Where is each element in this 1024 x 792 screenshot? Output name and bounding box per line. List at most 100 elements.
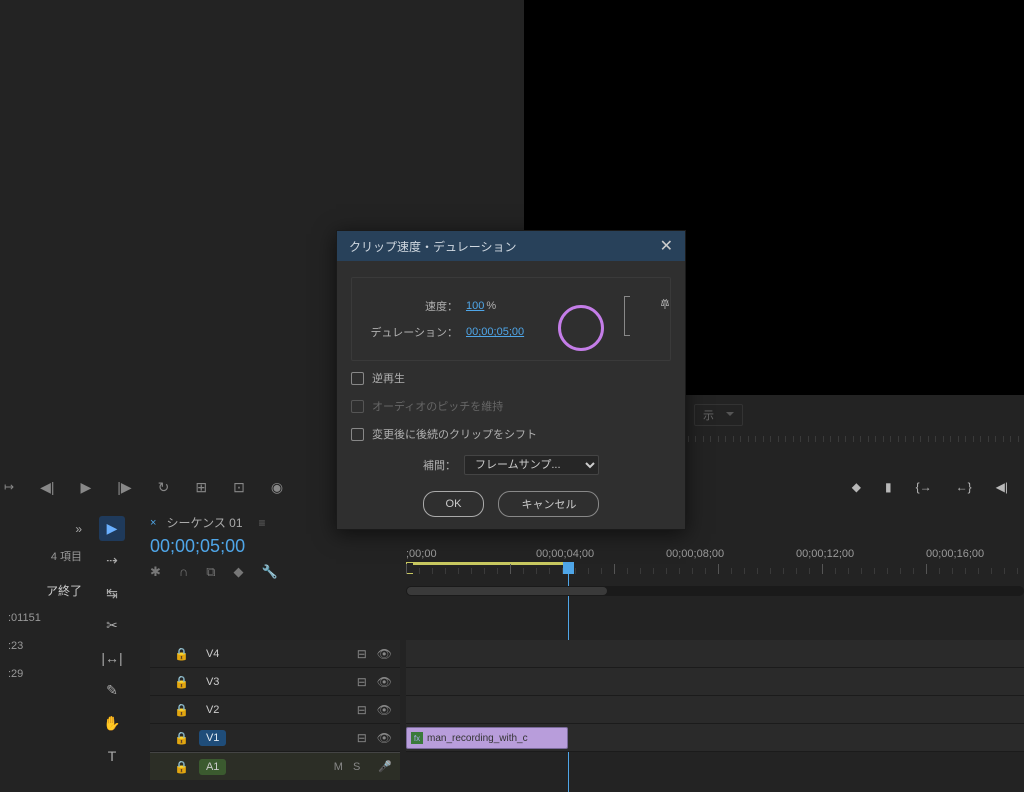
link-bracket <box>622 296 646 336</box>
in-point-icon[interactable]: ▮ <box>885 480 892 494</box>
track-label[interactable]: V1 <box>199 730 226 746</box>
voice-icon[interactable]: 🎤 <box>378 760 392 773</box>
panel-menu-icon[interactable]: ≡ <box>259 516 266 530</box>
playhead[interactable] <box>563 562 574 574</box>
media-end-label: ア終了 <box>46 582 82 599</box>
reverse-checkbox-row[interactable]: 逆再生 <box>351 367 671 389</box>
program-display-dropdown[interactable]: 示 <box>694 404 743 426</box>
lock-icon[interactable]: 🔒 <box>174 647 189 661</box>
lock-icon[interactable]: 🔒 <box>174 760 189 774</box>
camera-icon[interactable]: ◉ <box>271 479 283 496</box>
eye-icon[interactable]: 👁 <box>377 703 392 717</box>
wrench-icon[interactable]: 🔧 <box>262 564 278 580</box>
track-header-v4[interactable]: 🔒 V4 ⊟ 👁 <box>150 640 400 668</box>
pitch-label: オーディオのピッチを維持 <box>372 398 503 414</box>
step-back-icon[interactable]: ◀| <box>40 479 54 496</box>
snap-icon[interactable]: ✱ <box>150 564 161 580</box>
timeline-options: ✱ ∩ ⧉ ◆ 🔧 <box>150 564 278 580</box>
tab-close-icon[interactable]: × <box>150 517 156 529</box>
bracket-in-icon[interactable]: {→ <box>916 480 932 494</box>
track-label[interactable]: V4 <box>199 646 226 662</box>
track-select-tool[interactable]: ⇢ <box>99 549 125 574</box>
project-panel-collapsed: » 4 項目 ア終了 :01151 :23 :29 <box>0 512 90 768</box>
col-val-2: :23 <box>8 640 23 652</box>
mute-icon[interactable]: M <box>334 761 343 773</box>
track-label[interactable]: A1 <box>199 759 226 775</box>
selection-tool[interactable]: ▶ <box>99 516 125 541</box>
col-val-3: :29 <box>8 668 23 680</box>
clip[interactable]: fx man_recording_with_c <box>406 727 568 749</box>
checkbox-icon[interactable] <box>351 428 364 441</box>
ruler-label: 00;00;12;00 <box>796 548 854 560</box>
track-header-v1[interactable]: 🔒 V1 ⊟ 👁 <box>150 724 400 752</box>
bracket-out-icon[interactable]: ←} <box>956 480 972 494</box>
sequence-tab[interactable]: シーケンス 01 <box>166 514 242 531</box>
close-icon[interactable]: ✕ <box>660 236 673 256</box>
sync-lock-icon[interactable]: ⊟ <box>357 675 367 689</box>
interp-dropdown[interactable]: フレームサンプ... <box>464 455 599 475</box>
track-v1[interactable]: fx man_recording_with_c <box>406 724 1024 752</box>
clip-name: man_recording_with_c <box>427 733 528 744</box>
ripple-label: 変更後に後続のクリップをシフト <box>372 426 537 442</box>
cancel-button[interactable]: キャンセル <box>498 491 599 517</box>
slip-tool[interactable]: |↔| <box>99 646 125 671</box>
timeline-panel: × シーケンス 01 ≡ 00;00;05;00 ✱ ∩ ⧉ ◆ 🔧 ;00;0… <box>134 508 1024 768</box>
track-v3[interactable] <box>406 668 1024 696</box>
track-header-v3[interactable]: 🔒 V3 ⊟ 👁 <box>150 668 400 696</box>
speed-unit: % <box>486 300 496 312</box>
magnet-icon[interactable]: ∩ <box>179 564 188 580</box>
sync-lock-icon[interactable]: ⊟ <box>357 703 367 717</box>
track-label[interactable]: V3 <box>199 674 226 690</box>
speed-label: 速度： <box>362 298 458 314</box>
overwrite-icon[interactable]: ⊡ <box>233 479 245 496</box>
track-header-v2[interactable]: 🔒 V2 ⊟ 👁 <box>150 696 400 724</box>
program-ruler[interactable] <box>680 436 1024 450</box>
lock-icon[interactable]: 🔒 <box>174 731 189 745</box>
clip-speed-duration-dialog: クリップ速度・デュレーション ✕ 速度： 100 % デュレーション： 00;0… <box>336 230 686 530</box>
link-icon[interactable]: 𐄷 <box>660 296 670 313</box>
playhead-timecode[interactable]: 00;00;05;00 <box>150 536 245 557</box>
track-label[interactable]: V2 <box>199 702 226 718</box>
track-header-a1[interactable]: 🔒 A1 M S 🎤 <box>150 752 400 780</box>
checkbox-icon[interactable] <box>351 372 364 385</box>
ripple-checkbox-row[interactable]: 変更後に後続のクリップをシフト <box>351 423 671 445</box>
track-v2[interactable] <box>406 696 1024 724</box>
reverse-label: 逆再生 <box>372 370 405 386</box>
play-icon[interactable]: ▶ <box>80 479 91 496</box>
loop-icon[interactable]: ↻ <box>158 479 170 496</box>
marker-icon[interactable]: ◆ <box>852 480 861 494</box>
eye-icon[interactable]: 👁 <box>377 647 392 661</box>
col-val-1: :01151 <box>8 612 41 624</box>
sync-lock-icon[interactable]: ⊟ <box>357 647 367 661</box>
type-tool[interactable]: T <box>99 744 125 769</box>
duration-input[interactable]: 00;00;05;00 <box>466 326 524 338</box>
time-ruler[interactable]: ;00;00 00;00;04;00 00;00;08;00 00;00;12;… <box>406 548 1024 578</box>
ruler-label: 00;00;04;00 <box>536 548 594 560</box>
linked-sel-icon[interactable]: ⧉ <box>206 564 215 580</box>
lock-icon[interactable]: 🔒 <box>174 675 189 689</box>
dialog-titlebar[interactable]: クリップ速度・デュレーション ✕ <box>337 231 685 261</box>
razor-tool[interactable]: ✂ <box>99 614 125 639</box>
sync-lock-icon[interactable]: ⊟ <box>357 731 367 745</box>
hand-tool[interactable]: ✋ <box>99 711 125 736</box>
ok-button[interactable]: OK <box>423 491 485 517</box>
speed-input[interactable]: 100 <box>466 300 484 312</box>
pen-tool[interactable]: ✎ <box>99 679 125 704</box>
timeline-zoom-bar[interactable] <box>406 586 1024 596</box>
eye-icon[interactable]: 👁 <box>377 675 392 689</box>
dialog-title: クリップ速度・デュレーション <box>349 238 517 255</box>
tool-palette: ▶ ⇢ ↹ ✂ |↔| ✎ ✋ T <box>94 510 130 768</box>
duration-label: デュレーション： <box>362 324 458 340</box>
insert-icon[interactable]: ⊞ <box>195 479 207 496</box>
track-v4[interactable] <box>406 640 1024 668</box>
marker2-icon[interactable]: ◆ <box>234 564 244 580</box>
ripple-tool[interactable]: ↹ <box>99 581 125 606</box>
lock-icon[interactable]: 🔒 <box>174 703 189 717</box>
step-back2-icon[interactable]: ◀| <box>996 480 1008 494</box>
expand-icon[interactable]: » <box>75 522 82 536</box>
eye-icon[interactable]: 👁 <box>377 731 392 745</box>
ruler-label: 00;00;08;00 <box>666 548 724 560</box>
step-fwd-icon[interactable]: |▶ <box>117 479 131 496</box>
solo-icon[interactable]: S <box>353 761 360 773</box>
checkbox-icon <box>351 400 364 413</box>
